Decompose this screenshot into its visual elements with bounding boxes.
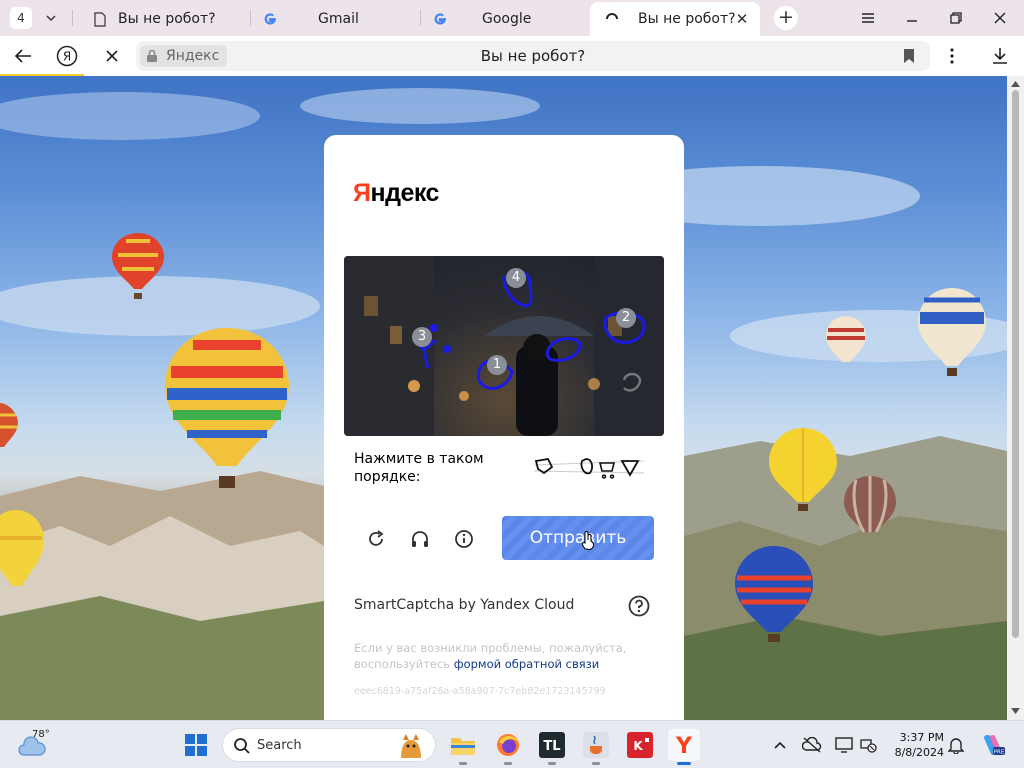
hot-air-balloon	[165, 328, 289, 488]
vertical-scrollbar[interactable]	[1007, 76, 1024, 720]
marker-overlay	[412, 270, 646, 392]
svg-text:PRE: PRE	[994, 750, 1005, 756]
hot-air-balloon	[826, 316, 866, 362]
clock-date: 8/8/2024	[894, 746, 944, 759]
yandex-button-icon[interactable]: Я	[55, 44, 79, 68]
mouse-cursor-icon	[582, 531, 594, 550]
marker-3[interactable]: 3	[412, 327, 432, 347]
tab-title: Google	[482, 11, 532, 27]
google-g-icon	[262, 11, 278, 27]
marker-2[interactable]: 2	[616, 308, 636, 328]
hot-air-balloon	[918, 288, 986, 376]
tab-title: Gmail	[318, 11, 359, 27]
new-tab-button[interactable]: +	[774, 6, 798, 30]
yandex-browser-icon[interactable]: Y	[668, 729, 700, 765]
tab-robot-check-active[interactable]: Вы не робот? ✕	[590, 2, 760, 36]
headphones-icon[interactable]	[408, 527, 432, 551]
file-explorer-icon[interactable]	[447, 729, 479, 765]
restore-icon[interactable]	[943, 6, 969, 30]
search-highlight-cat-icon	[401, 734, 421, 758]
request-id: eeec6819-a75af26a-a58a907-7c7eb82e172314…	[354, 686, 606, 697]
captcha-order-hint-image	[533, 455, 645, 479]
active-indicator	[677, 762, 691, 765]
tab-strip: 4 Вы не робот? Gmail Google Вы не робот?…	[0, 0, 1024, 36]
page-background: Яндекс 4 2 3 1 Нажмите в таком порядке: …	[0, 76, 1007, 720]
running-indicator	[504, 762, 512, 765]
search-label: Search	[257, 738, 302, 753]
hot-air-balloon	[735, 546, 813, 642]
svg-text:Я: Я	[63, 50, 71, 64]
onedrive-off-icon[interactable]	[802, 735, 822, 755]
tl-app-icon[interactable]: TL	[536, 729, 568, 765]
taskbar-clock[interactable]: 3:37 PM 8/8/2024	[884, 730, 944, 760]
tab-separator	[250, 10, 251, 26]
navigation-bar: Я Яндекс Вы не робот?	[0, 36, 1024, 76]
tab-separator	[72, 10, 73, 26]
minimize-icon[interactable]	[899, 6, 925, 30]
copilot-icon[interactable]: PRE	[980, 732, 1006, 758]
windows-start-icon[interactable]	[184, 733, 208, 757]
tab-gmail[interactable]: Gmail	[262, 2, 412, 36]
scroll-up-icon[interactable]	[1011, 81, 1020, 87]
submit-button[interactable]: Отправить	[502, 516, 654, 560]
tab-title: Вы не робот?	[638, 11, 736, 27]
bookmark-icon[interactable]	[902, 48, 916, 64]
clock-time: 3:37 PM	[899, 731, 944, 744]
download-icon[interactable]	[988, 44, 1012, 68]
hot-air-balloon	[844, 476, 896, 533]
taskbar: 78° Search TL K Y 3:37 PM 8/8/2024 PRE	[0, 720, 1024, 768]
close-icon[interactable]: ✕	[734, 11, 750, 27]
page-icon	[92, 11, 108, 27]
tab-count-badge[interactable]: 4	[10, 7, 32, 29]
running-indicator	[592, 762, 600, 765]
tab-separator	[420, 10, 421, 26]
chevron-down-icon[interactable]	[40, 8, 62, 28]
firefox-icon[interactable]	[492, 729, 524, 765]
display-icon[interactable]	[834, 735, 854, 755]
tab-title: Вы не робот?	[118, 11, 216, 27]
captcha-task-image[interactable]: 4 2 3 1	[344, 256, 664, 436]
menu-icon[interactable]	[855, 6, 881, 30]
captcha-card: Яндекс 4 2 3 1 Нажмите в таком порядке: …	[324, 135, 684, 720]
svg-text:Y: Y	[675, 734, 693, 758]
hot-air-balloon	[112, 233, 164, 299]
chevron-up-icon[interactable]	[770, 735, 790, 755]
scrollbar-thumb[interactable]	[1012, 90, 1019, 638]
hot-air-balloon	[769, 428, 837, 511]
loading-spinner-icon	[604, 11, 620, 27]
more-vertical-icon[interactable]	[940, 44, 964, 68]
omnibox-title: Вы не робот?	[480, 47, 586, 65]
svg-text:K: K	[633, 739, 643, 753]
java-icon[interactable]	[580, 729, 612, 765]
feedback-note: Если у вас возникли проблемы, пожалуйста…	[354, 640, 644, 672]
google-g-icon	[432, 11, 448, 27]
k-app-icon[interactable]: K	[624, 729, 656, 761]
close-window-icon[interactable]	[987, 6, 1013, 30]
question-icon[interactable]	[628, 595, 650, 617]
network-icon[interactable]	[858, 735, 878, 755]
tab-robot-check-1[interactable]: Вы не робот?	[92, 2, 242, 36]
notification-bell-icon[interactable]	[946, 735, 966, 755]
svg-text:TL: TL	[543, 739, 560, 754]
hot-air-balloon	[0, 403, 18, 447]
hot-air-balloon	[0, 510, 44, 586]
refresh-icon[interactable]	[364, 527, 388, 551]
tab-google[interactable]: Google	[432, 2, 582, 36]
back-arrow-icon[interactable]	[11, 44, 35, 68]
running-indicator	[459, 762, 467, 765]
stop-loading-icon[interactable]	[100, 44, 124, 68]
smartcaptcha-brand: SmartCaptcha by Yandex Cloud	[354, 597, 575, 613]
search-icon	[234, 738, 250, 754]
running-indicator	[548, 762, 556, 765]
scroll-down-icon[interactable]	[1011, 708, 1020, 714]
yandex-logo: Яндекс	[353, 179, 439, 207]
address-bar[interactable]: Яндекс Вы не робот?	[136, 41, 930, 71]
info-icon[interactable]	[452, 527, 476, 551]
marker-1[interactable]: 1	[487, 355, 507, 375]
feedback-form-link[interactable]: формой обратной связи	[454, 657, 599, 671]
weather-temperature: 78°	[32, 729, 50, 740]
marker-4[interactable]: 4	[506, 268, 526, 288]
taskbar-search[interactable]: Search	[222, 728, 436, 762]
captcha-instruction: Нажмите в таком порядке:	[354, 451, 484, 485]
